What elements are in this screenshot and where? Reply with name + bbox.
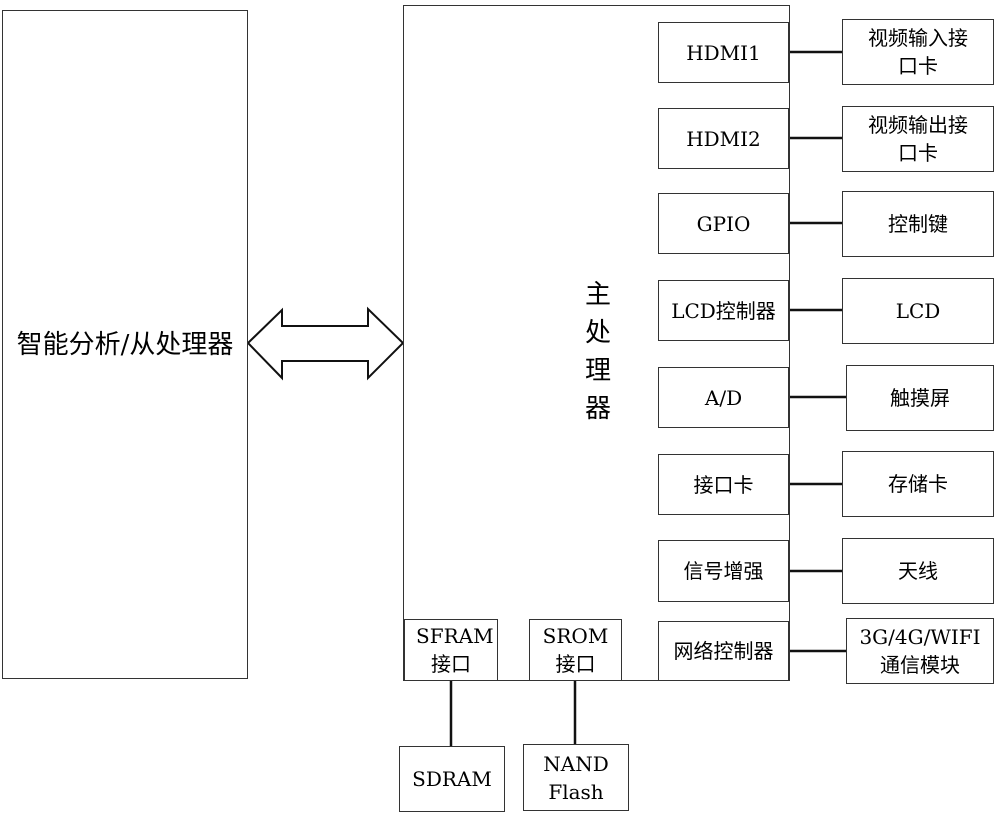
interface-label: A/D — [704, 385, 743, 410]
interface-label: 网络控制器 — [673, 639, 774, 663]
peripheral-comm-module: 3G/4G/WIFI通信模块 — [846, 618, 994, 684]
peripheral-control-keys: 控制键 — [842, 191, 994, 257]
slave-processor-label: 智能分析/从处理器 — [16, 329, 234, 360]
peripheral-touchscreen: 触摸屏 — [846, 365, 994, 431]
peripheral-label: 3G/4G/WIFI通信模块 — [859, 625, 981, 677]
peripheral-antenna: 天线 — [842, 538, 994, 604]
interface-label: 接口卡 — [693, 472, 754, 497]
device-label: NAND Flash — [543, 751, 609, 804]
peripheral-video-input-card: 视频输入接口卡 — [842, 19, 994, 85]
interface-srom: SROM接口 — [529, 619, 622, 681]
interface-label: HDMI2 — [686, 126, 761, 151]
interface-hdmi2: HDMI2 — [658, 108, 789, 169]
interface-network-controller: 网络控制器 — [658, 621, 789, 681]
peripheral-label: 视频输出接口卡 — [868, 113, 968, 165]
interface-ad: A/D — [658, 367, 789, 428]
interface-label: HDMI1 — [686, 40, 761, 65]
interface-hdmi1: HDMI1 — [658, 22, 789, 83]
peripheral-lcd: LCD — [842, 278, 994, 344]
interface-label: GPIO — [696, 211, 751, 236]
interface-label: SROM接口 — [542, 624, 609, 676]
device-label: SDRAM — [412, 767, 492, 791]
peripheral-video-output-card: 视频输出接口卡 — [842, 106, 994, 172]
peripheral-label: 触摸屏 — [890, 386, 950, 410]
peripheral-label: 存储卡 — [888, 472, 948, 496]
double-arrow-icon — [246, 306, 405, 381]
interface-label: SFRAM接口 — [416, 624, 494, 676]
peripheral-label: 天线 — [898, 559, 938, 583]
interface-card: 接口卡 — [658, 454, 789, 515]
device-nand-flash: NAND Flash — [523, 744, 629, 811]
interface-gpio: GPIO — [658, 193, 789, 254]
peripheral-label: LCD — [895, 299, 941, 323]
slave-processor-box: 智能分析/从处理器 — [2, 10, 248, 679]
interface-label: LCD控制器 — [671, 298, 776, 323]
interface-lcd-controller: LCD控制器 — [658, 280, 789, 341]
peripheral-storage-card: 存储卡 — [842, 451, 994, 517]
interface-signal-boost: 信号增强 — [658, 540, 789, 602]
interface-sfram: SFRAM接口 — [404, 619, 498, 681]
main-processor-label: 主处理器 — [584, 280, 611, 424]
peripheral-label: 视频输入接口卡 — [868, 26, 968, 78]
interface-label: 信号增强 — [683, 559, 764, 583]
peripheral-label: 控制键 — [888, 212, 948, 236]
device-sdram: SDRAM — [399, 746, 505, 812]
